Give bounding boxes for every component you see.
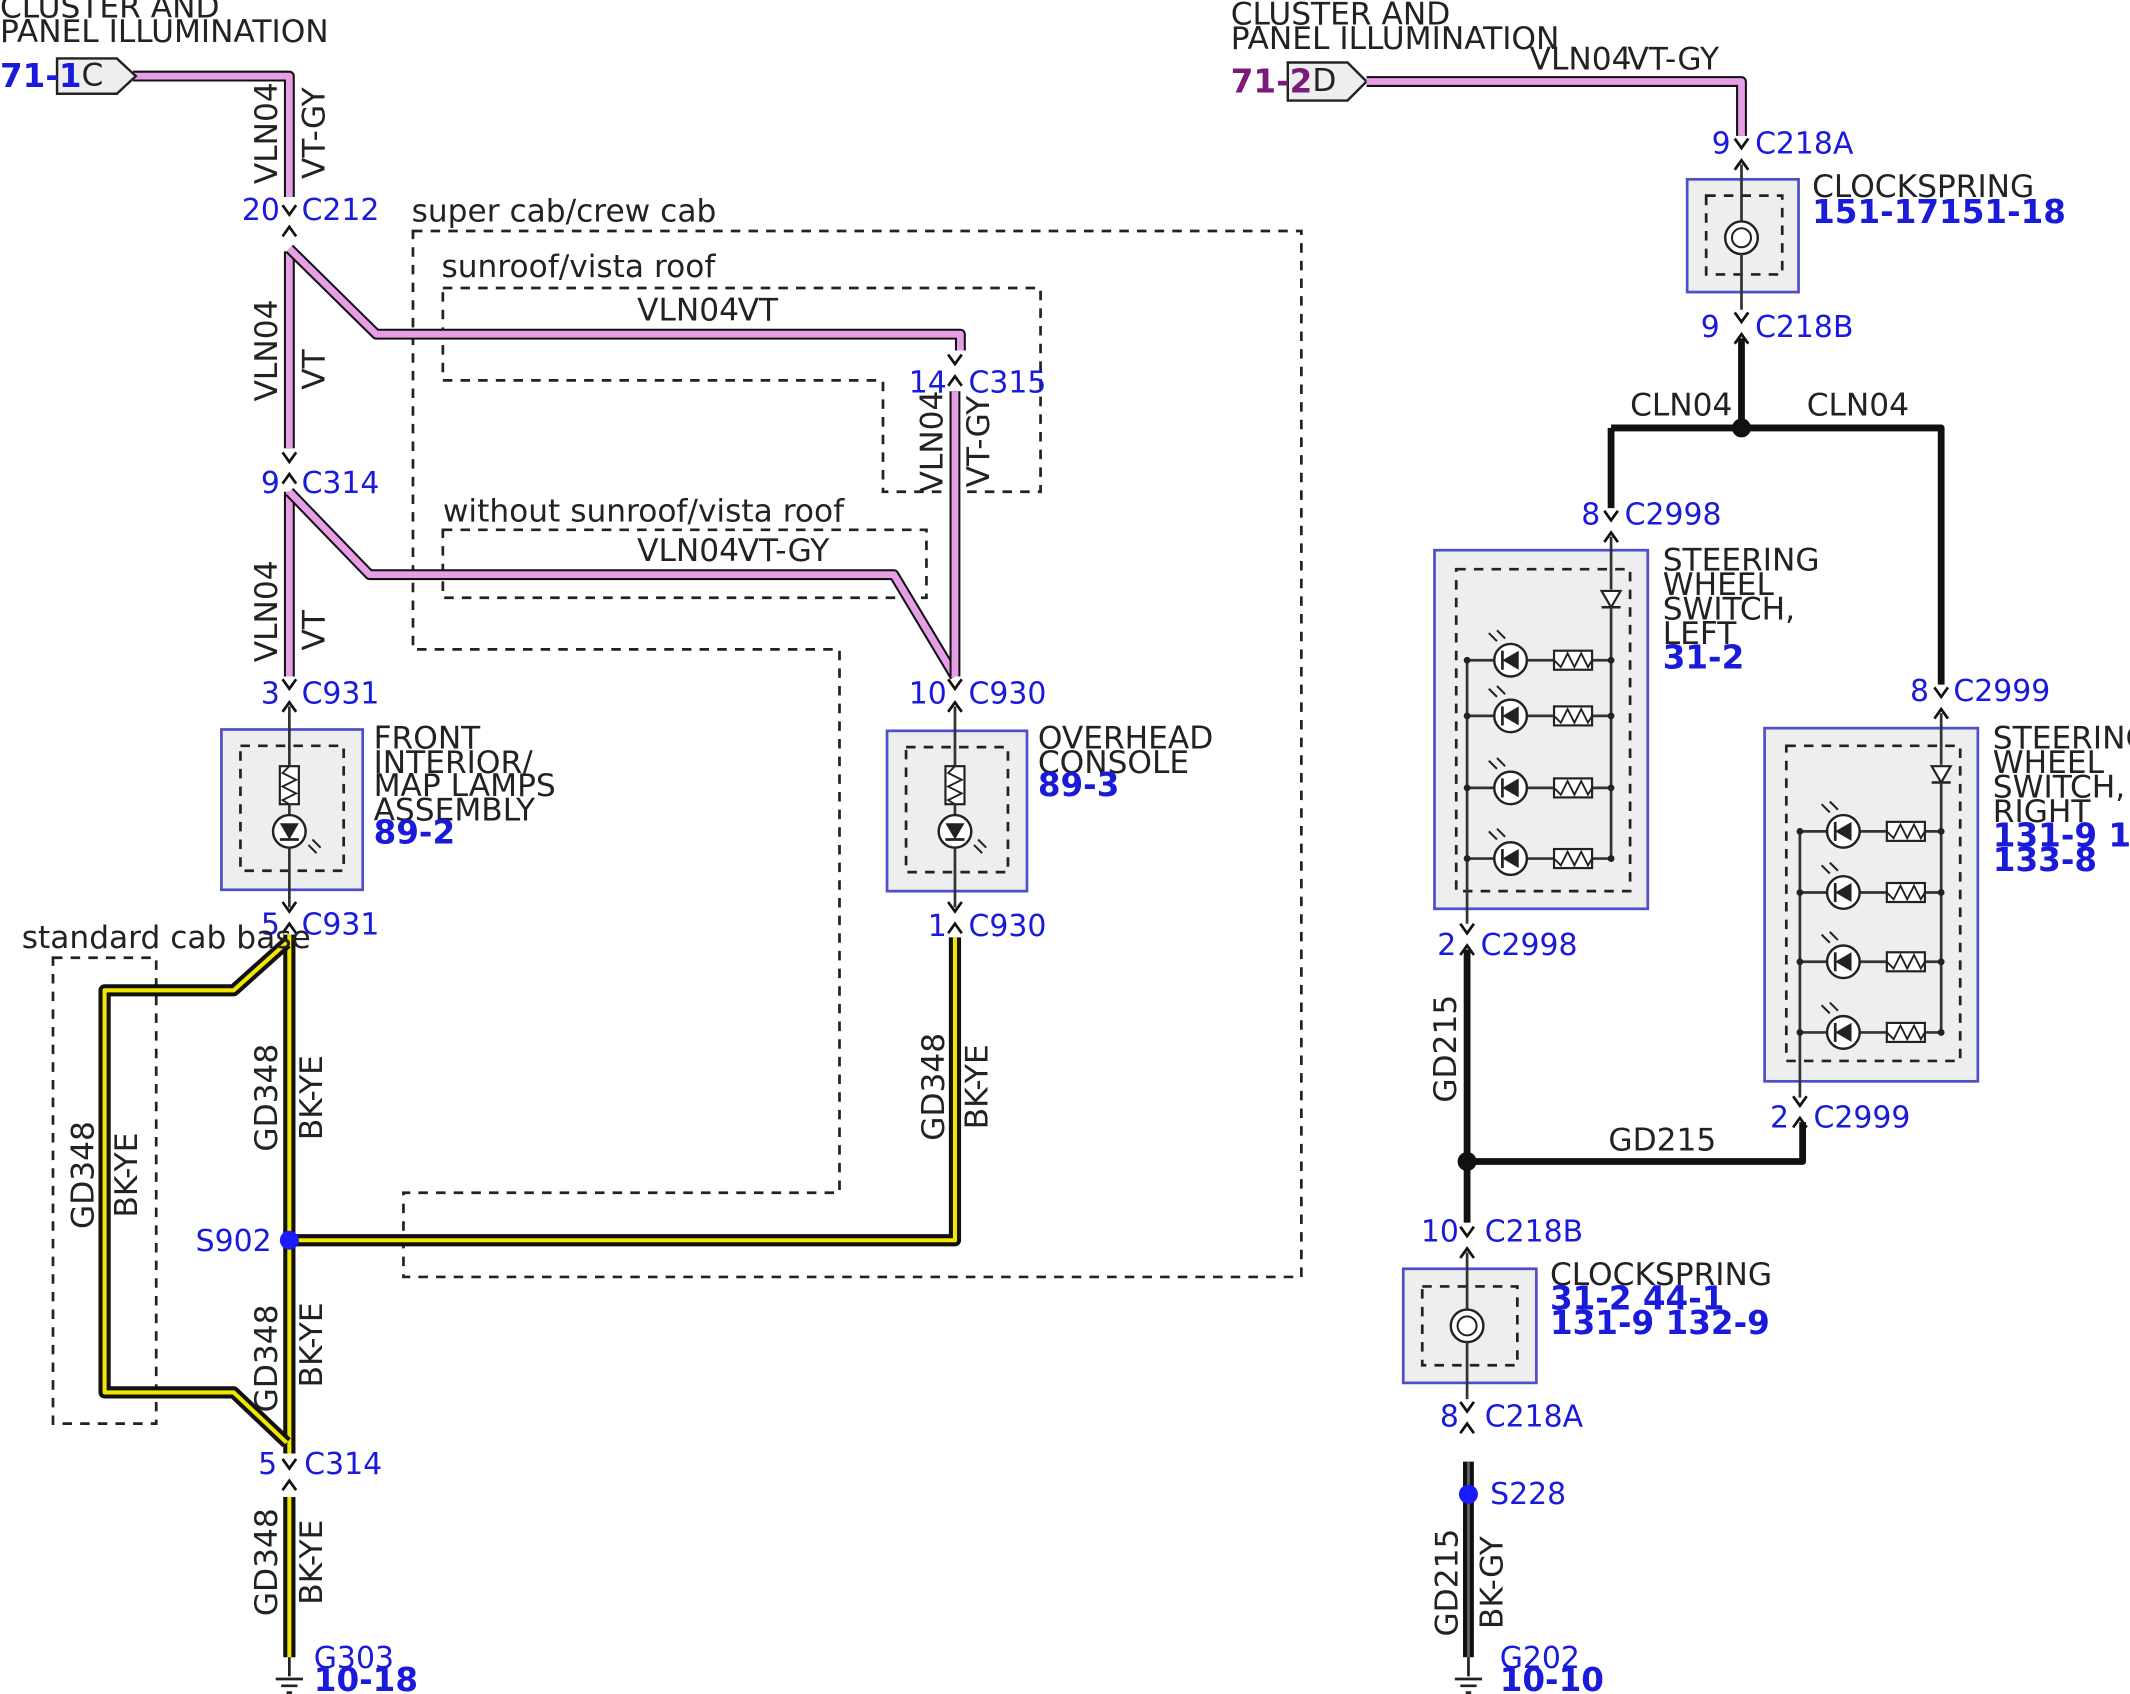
right-source-title-2: PANEL ILLUMINATION — [1231, 21, 1560, 57]
cln-right-label: CLN04 — [1807, 388, 1909, 424]
c218b-top-pin: 9 — [1701, 310, 1720, 345]
sunroof-circuit: VLN04 — [637, 293, 739, 329]
std-cab-label: standard cab base — [22, 920, 311, 956]
resistor-icon — [1552, 777, 1594, 799]
w-gnd2-color: BK-YE — [294, 1302, 330, 1387]
resistor-icon — [1885, 951, 1926, 973]
right-top-circuit: VLN04 — [1530, 41, 1632, 77]
mid-gnd-circuit: GD348 — [916, 1033, 952, 1141]
front-lamps-ref: 89-2 — [374, 814, 456, 852]
c212-name: C212 — [302, 193, 380, 228]
gd215-vert-label: GD215 — [1428, 995, 1464, 1103]
right-source-ref: 71-2 — [1231, 62, 1313, 100]
c931-top-name: C931 — [302, 677, 380, 712]
s228-label: S228 — [1490, 1477, 1566, 1512]
gd215-horiz-label: GD215 — [1608, 1123, 1716, 1159]
c930-top-pin: 10 — [909, 677, 947, 712]
c2999-top-name: C2999 — [1953, 674, 2050, 709]
w-gnd3-circuit: GD348 — [249, 1508, 285, 1616]
resistor-icon — [1552, 847, 1594, 870]
c2999-bot-pin: 2 — [1770, 1101, 1789, 1136]
c218a-bot-pin: 8 — [1440, 1399, 1459, 1434]
resistor-icon — [1885, 881, 1926, 904]
c218b-top-name: C218B — [1755, 310, 1853, 345]
w-mid1-color: VT — [297, 348, 333, 389]
c2998-bot-pin: 2 — [1437, 928, 1456, 963]
cln-left-label: CLN04 — [1630, 388, 1732, 424]
front-lamps-assembly — [220, 706, 365, 908]
overhead-ref: 89-3 — [1038, 766, 1120, 804]
clockspring-top — [1685, 164, 1800, 310]
w-top-color: VT-GY — [297, 86, 333, 179]
c218a-bot-name: C218A — [1485, 1399, 1584, 1434]
right-top-color: VT-GY — [1627, 41, 1720, 77]
left-source-ref: 71-1 — [0, 57, 82, 95]
steering-switch-right — [1763, 713, 1980, 1098]
resistor-icon — [1885, 1021, 1926, 1044]
resistor-icon — [1885, 820, 1926, 842]
w-gnd1-color: BK-YE — [294, 1055, 330, 1140]
c218b-bot-name: C218B — [1485, 1215, 1583, 1250]
c2998-top-name: C2998 — [1625, 497, 1722, 532]
c315-wire-color: VT-GY — [961, 395, 997, 488]
w-top-circuit: VLN04 — [249, 82, 285, 184]
super-cab-label: super cab/crew cab — [412, 193, 717, 229]
w-mid2-color: VT — [297, 609, 333, 650]
resistor-icon — [1552, 705, 1594, 727]
c930-bot-name: C930 — [969, 909, 1047, 944]
s902-label: S902 — [196, 1224, 272, 1259]
c2998-top-pin: 8 — [1581, 497, 1600, 532]
mid-gnd-color: BK-YE — [960, 1044, 996, 1129]
g303-ref: 10-18 — [314, 1661, 418, 1694]
clockspring-top-ref: 151-17151-18 — [1812, 193, 2066, 231]
c314-top-name: C314 — [302, 466, 380, 501]
c2998-bot-name: C2998 — [1481, 928, 1578, 963]
c315-wire-circuit: VLN04 — [915, 391, 951, 493]
sw-right-ref2: 133-8 — [1993, 841, 2097, 879]
c2999-bot-name: C2999 — [1813, 1101, 1910, 1136]
w-mid2-circuit: VLN04 — [249, 560, 285, 662]
std-cab-circuit: GD348 — [66, 1121, 102, 1229]
wiring-diagram: C CLUSTER AND PANEL ILLUMINATION 71-1 VL… — [0, 0, 2130, 1694]
connector-c-letter: C — [81, 58, 103, 94]
w-gnd1-circuit: GD348 — [249, 1044, 285, 1152]
g202-ref: 10-10 — [1500, 1661, 1604, 1694]
sunroof-color: VT — [738, 293, 779, 329]
left-ground-wires — [98, 934, 962, 1694]
no-sunroof-label: without sunroof/vista roof — [443, 494, 845, 530]
left-source-title-2: PANEL ILLUMINATION — [0, 14, 329, 50]
right-violet-wire — [1366, 76, 1747, 136]
no-sunroof-color: VT-GY — [738, 533, 831, 569]
c218a-top-name: C218A — [1755, 127, 1854, 162]
clockspring-bot-ref2: 131-9 132-9 — [1550, 1304, 1770, 1342]
c931-top-pin: 3 — [261, 677, 280, 712]
c314-top-pin: 9 — [261, 466, 280, 501]
right-gnd-color: BK-GY — [1474, 1535, 1510, 1629]
c2999-top-pin: 8 — [1910, 674, 1929, 709]
c212-pin: 20 — [242, 193, 280, 228]
overhead-console — [885, 706, 1029, 908]
c930-bot-pin: 1 — [928, 909, 947, 944]
w-mid1-circuit: VLN04 — [249, 300, 285, 402]
sunroof-label: sunroof/vista roof — [441, 249, 716, 285]
std-cab-color: BK-YE — [109, 1133, 145, 1218]
s902-splice-dot — [279, 1230, 299, 1250]
no-sunroof-circuit: VLN04 — [637, 533, 739, 569]
c314-bot-pin: 5 — [258, 1447, 277, 1482]
c931-bot-name: C931 — [302, 908, 380, 943]
resistor-icon — [1552, 649, 1594, 671]
c218b-bot-pin: 10 — [1421, 1215, 1459, 1250]
connector-d-letter: D — [1312, 63, 1336, 99]
s228-splice-dot — [1458, 1484, 1478, 1504]
clockspring-bottom — [1401, 1252, 1538, 1400]
w-gnd2-circuit: GD348 — [249, 1305, 285, 1413]
c218a-top-pin: 9 — [1712, 127, 1731, 162]
c314-bot-name: C314 — [304, 1447, 382, 1482]
right-gnd-circuit: GD215 — [1430, 1529, 1466, 1637]
w-gnd3-color: BK-YE — [294, 1520, 330, 1605]
sw-left-ref: 31-2 — [1663, 638, 1745, 676]
steering-switch-left — [1433, 536, 1650, 924]
c930-top-name: C930 — [969, 677, 1047, 712]
